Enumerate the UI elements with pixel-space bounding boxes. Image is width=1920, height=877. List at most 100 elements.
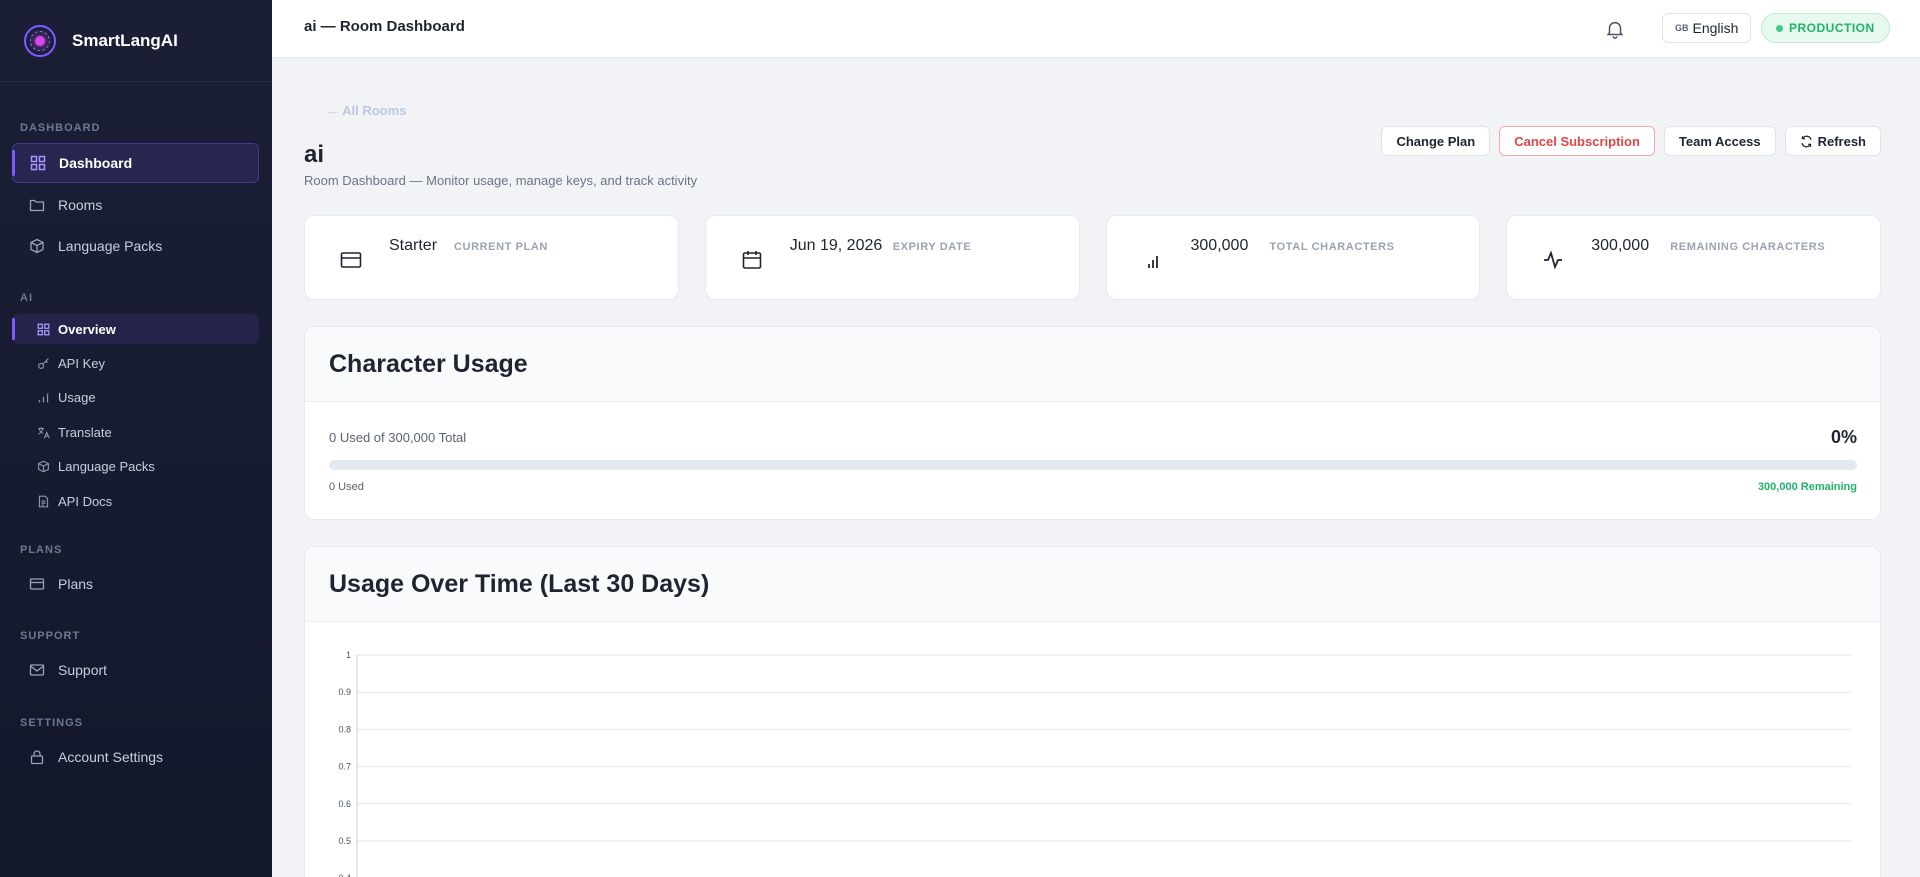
usage-over-time-card: Usage Over Time (Last 30 Days) 1 0.9 0.8 0.… [304, 546, 1881, 877]
y-tick-label: 0.4 [338, 873, 351, 877]
stat-label: EXPIRY DATE [892, 241, 972, 253]
section-label-support: SUPPORT [20, 630, 81, 642]
sidebar-item-label: Plans [58, 576, 94, 592]
folder-icon [28, 196, 46, 214]
sidebar-item-label: Translate [58, 424, 112, 440]
package-icon [36, 459, 50, 473]
translate-icon [36, 425, 50, 439]
language-label: English [1692, 20, 1739, 36]
section-label-settings: SETTINGS [20, 717, 84, 729]
environment-label: PRODUCTION [1789, 21, 1875, 35]
stat-label: TOTAL CHARACTERS [1269, 241, 1395, 253]
brand-name: SmartLangAI [72, 30, 178, 50]
stat-card-plan: Starter CURRENT PLAN [304, 215, 679, 300]
lock-icon [28, 748, 46, 766]
bar-chart-icon [1141, 248, 1165, 272]
button-label: Team Access [1678, 133, 1761, 149]
character-usage-card: Character Usage 0 Used of 300,000 Total … [304, 326, 1881, 520]
status-dot-icon [1776, 24, 1783, 32]
sidebar-item-support[interactable]: Support [12, 650, 259, 690]
stat-label: CURRENT PLAN [454, 241, 548, 253]
sidebar-item-language-packs[interactable]: Language Packs [12, 226, 259, 266]
sidebar-item-label: Dashboard [59, 155, 133, 171]
page-subtitle: Room Dashboard — Monitor usage, manage k… [304, 173, 698, 188]
sidebar-item-overview[interactable]: Overview [12, 314, 259, 344]
usage-summary: 0 Used of 300,000 Total [329, 430, 467, 445]
sidebar-item-rooms[interactable]: Rooms [12, 185, 259, 225]
grid-icon [29, 154, 47, 172]
bell-icon[interactable] [1604, 18, 1626, 40]
stat-value: 300,000 [1591, 237, 1650, 254]
language-selector[interactable]: GB English [1662, 13, 1752, 43]
sidebar-item-label: API Docs [58, 493, 113, 509]
card-header: Usage Over Time (Last 30 Days) [305, 547, 1880, 622]
bar-chart-icon [36, 390, 50, 404]
topbar: ai — Room Dashboard GB English PRODUCTIO… [272, 0, 1920, 58]
back-to-rooms-link[interactable]: ← All Rooms [326, 103, 406, 118]
sidebar-item-label: Usage [58, 389, 96, 405]
change-plan-button[interactable]: Change Plan [1381, 126, 1491, 156]
button-label: Cancel Subscription [1514, 133, 1640, 149]
sidebar-item-account-settings[interactable]: Account Settings [12, 737, 259, 777]
topbar-title: ai — Room Dashboard [304, 18, 465, 35]
sidebar-item-label: Language Packs [58, 458, 155, 474]
section-label-plans: PLANS [20, 544, 63, 556]
package-icon [28, 237, 46, 255]
usage-used-label: 0 Used [329, 481, 364, 493]
environment-badge: PRODUCTION [1761, 13, 1890, 43]
calendar-icon [740, 248, 764, 272]
section-label-dashboard: DASHBOARD [20, 122, 101, 134]
sidebar-item-usage[interactable]: Usage [12, 382, 259, 412]
button-label: Refresh [1817, 133, 1866, 149]
activity-icon [1541, 248, 1565, 272]
stats-row: Starter CURRENT PLAN Jun 19, 2026 EXPIRY… [304, 215, 1881, 300]
y-tick-label: 0.9 [338, 687, 351, 697]
y-tick-label: 0.7 [338, 762, 351, 772]
y-tick-label: 0.5 [338, 836, 351, 846]
flag-icon: GB [1675, 23, 1689, 33]
cancel-subscription-button[interactable]: Cancel Subscription [1499, 126, 1655, 156]
sidebar-item-label: Overview [58, 321, 116, 337]
y-tick-label: 0.6 [338, 799, 351, 809]
sidebar-item-label: Language Packs [58, 238, 163, 254]
stat-value: Jun 19, 2026 [789, 237, 883, 254]
grid-icon [36, 322, 50, 336]
brand-logo-icon [24, 24, 56, 57]
sidebar-item-plans[interactable]: Plans [12, 564, 259, 604]
sidebar-item-label: API Key [58, 355, 105, 371]
usage-line-chart: 1 0.9 0.8 0.7 0.6 0.5 0.4 [338, 650, 1851, 877]
sidebar: SmartLangAI DASHBOARD Dashboard Rooms La… [0, 0, 272, 877]
mail-icon [28, 661, 46, 679]
sidebar-item-label: Rooms [58, 197, 103, 213]
stat-card-expiry: Jun 19, 2026 EXPIRY DATE [704, 215, 1080, 300]
usage-remaining-label: 300,000 Remaining [1757, 481, 1857, 493]
sidebar-item-translate[interactable]: Translate [12, 417, 259, 447]
sidebar-item-api-docs[interactable]: API Docs [12, 486, 259, 516]
usage-percent: 0% [1830, 427, 1857, 447]
y-tick-label: 1 [346, 650, 351, 660]
card-title: Character Usage [329, 349, 528, 378]
y-tick-label: 0.8 [338, 724, 351, 734]
credit-card-icon [339, 248, 363, 272]
sidebar-item-api-key[interactable]: API Key [12, 348, 259, 378]
team-access-button[interactable]: Team Access [1663, 126, 1776, 156]
document-icon [36, 494, 50, 508]
stat-value: Starter [389, 237, 438, 254]
stat-card-remaining: 300,000 REMAINING CHARACTERS [1506, 215, 1881, 300]
stat-label: REMAINING CHARACTERS [1670, 241, 1826, 253]
sidebar-item-ai-language-packs[interactable]: Language Packs [12, 451, 259, 481]
key-icon [36, 356, 50, 370]
section-label-ai: AI [20, 292, 33, 304]
sidebar-item-dashboard[interactable]: Dashboard [12, 143, 259, 183]
stat-card-total: 300,000 TOTAL CHARACTERS [1105, 215, 1481, 300]
page-title: ai [304, 141, 325, 168]
sidebar-item-label: Support [58, 662, 108, 678]
brand[interactable]: SmartLangAI [0, 0, 272, 82]
sidebar-item-label: Account Settings [58, 749, 164, 765]
usage-progress-bar [329, 460, 1857, 470]
card-title: Usage Over Time (Last 30 Days) [329, 569, 710, 598]
refresh-icon [1800, 135, 1813, 148]
button-label: Change Plan [1396, 133, 1476, 149]
stat-value: 300,000 [1190, 237, 1249, 254]
refresh-button[interactable]: Refresh [1784, 126, 1881, 156]
